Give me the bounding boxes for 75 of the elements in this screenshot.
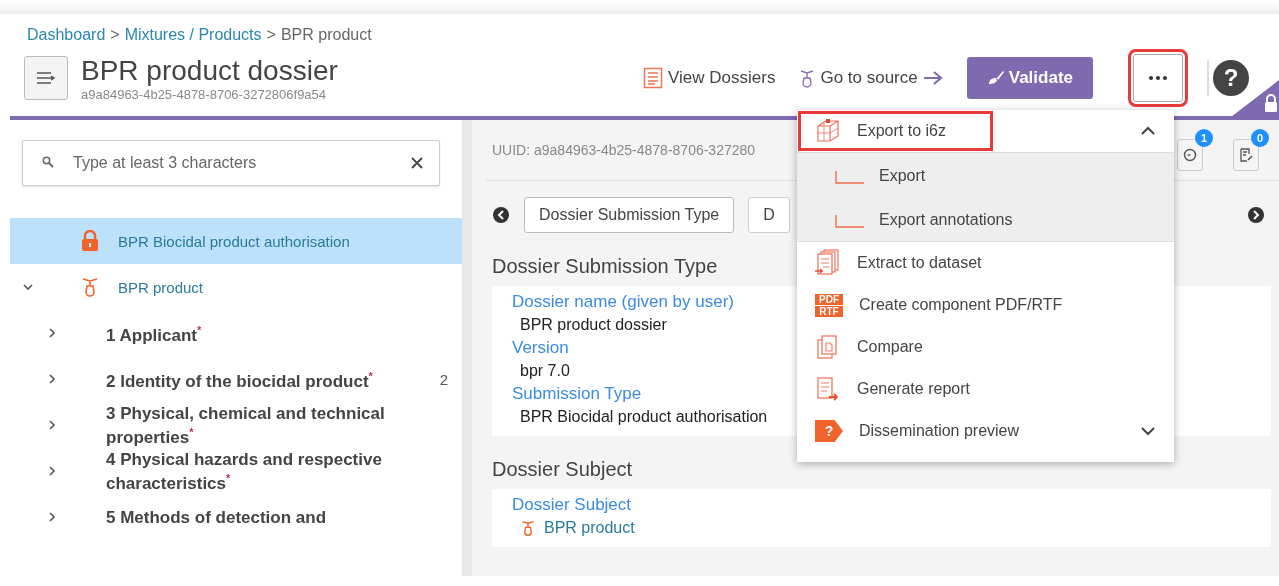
tree-branch-icon xyxy=(835,171,865,185)
submenu-item[interactable]: Export xyxy=(797,153,1174,197)
ellipsis-icon xyxy=(1147,75,1169,81)
uuid-text: UUID: a9a84963-4b25-4878-8706-327280 xyxy=(492,142,756,158)
section-heading: Dossier Submission Type xyxy=(492,255,718,278)
help-button[interactable]: ? xyxy=(1213,60,1249,96)
go-to-source-link[interactable]: Go to source xyxy=(799,68,943,88)
tree-item[interactable]: 3 Physical, chemical and technical properties$^{*}$ xyxy=(10,402,462,448)
section-heading: Dossier Subject xyxy=(492,458,633,481)
expand-icon[interactable] xyxy=(1140,426,1156,436)
breadcrumb-separator: > xyxy=(266,26,276,44)
menu-item[interactable]: Compare xyxy=(797,326,1174,368)
breadcrumb-separator: > xyxy=(110,26,120,44)
flask-icon xyxy=(799,68,816,88)
menu-icon xyxy=(35,70,57,86)
chevron-icon[interactable] xyxy=(48,373,56,385)
chevron-icon[interactable] xyxy=(48,419,56,431)
arrow-right-icon xyxy=(922,70,943,86)
clock-icon xyxy=(1183,148,1197,162)
breadcrumb-current: BPR product xyxy=(280,26,372,44)
tree-item[interactable]: 5 Methods of detection and xyxy=(10,494,462,540)
item-count: 2 xyxy=(439,370,448,388)
search-field[interactable]: Type at least 3 characters xyxy=(22,140,440,186)
tree-item[interactable]: 1 Applicant$^{*}$ xyxy=(10,310,462,356)
cube-icon xyxy=(815,118,841,144)
view-dossiers-link[interactable]: View Dossiers xyxy=(643,67,776,89)
flask-icon xyxy=(80,276,100,298)
menu-item[interactable]: Extract to dataset xyxy=(797,242,1174,284)
note-edit-icon xyxy=(1239,148,1253,162)
tree-item[interactable]: BPR Biocidal product authorisation xyxy=(10,218,462,264)
field-value: bpr 7.0 xyxy=(519,361,570,381)
documents-icon xyxy=(815,249,841,277)
count-badge: 0 xyxy=(1251,129,1269,147)
report-icon xyxy=(815,376,841,402)
tree-branch-icon xyxy=(835,215,865,229)
chevron-icon[interactable] xyxy=(48,511,56,523)
next-icon[interactable] xyxy=(1247,206,1265,224)
field-label: Submission Type xyxy=(512,383,642,405)
history-button[interactable] xyxy=(1177,139,1203,171)
menu-item[interactable]: Generate report xyxy=(797,368,1174,410)
validate-button[interactable]: Validate xyxy=(966,57,1093,99)
lock-icon xyxy=(80,230,100,252)
tree-item[interactable]: 4 Physical hazards and respective characteristics$^{*}$ xyxy=(10,448,462,494)
field-label: Version xyxy=(512,337,569,359)
tree-item[interactable]: BPR product xyxy=(10,264,462,310)
menu-button[interactable] xyxy=(24,56,68,100)
brush-icon xyxy=(986,70,1005,86)
field-value-link[interactable]: BPR product xyxy=(512,517,635,539)
dissemination-icon: ? xyxy=(815,420,843,442)
chevron-icon[interactable] xyxy=(22,283,34,291)
submenu-item[interactable]: Export annotations xyxy=(797,197,1174,241)
chevron-icon[interactable] xyxy=(48,327,56,339)
field-label: Dossier name (given by user) xyxy=(512,291,735,313)
count-badge: 1 xyxy=(1195,129,1213,147)
menu-item[interactable]: PDF RTF Create component PDF/RTF xyxy=(797,284,1174,326)
document-icon xyxy=(643,67,663,89)
chevron-icon[interactable] xyxy=(48,465,56,477)
breadcrumb-link[interactable]: Dashboard xyxy=(27,26,106,44)
notes-button[interactable] xyxy=(1233,139,1259,171)
menu-item[interactable]: ? Dissemination preview xyxy=(797,410,1174,452)
flask-icon xyxy=(520,519,536,537)
section-tab[interactable]: D xyxy=(748,197,790,233)
page-title: BPR product dossier xyxy=(81,54,338,87)
page-id: a9a84963-4b25-4878-8706-3272806f9a54 xyxy=(81,86,328,102)
field-value: BPR product dossier xyxy=(519,315,667,335)
field-label: Dossier Subject xyxy=(512,494,632,516)
breadcrumb-link[interactable]: Mixtures / Products xyxy=(124,26,262,44)
field-value: BPR Biocidal product authorisation xyxy=(519,407,768,427)
tree-item[interactable]: 2 Identity of the biocidal product$^{*}$ 2 xyxy=(10,356,462,402)
menu-item[interactable]: Export to i6z xyxy=(797,110,994,152)
previous-icon[interactable] xyxy=(492,206,510,224)
search-icon xyxy=(42,156,54,168)
section-tab[interactable]: Dossier Submission Type xyxy=(524,197,735,233)
clear-icon[interactable] xyxy=(410,156,424,170)
collapse-icon[interactable] xyxy=(1140,126,1156,136)
